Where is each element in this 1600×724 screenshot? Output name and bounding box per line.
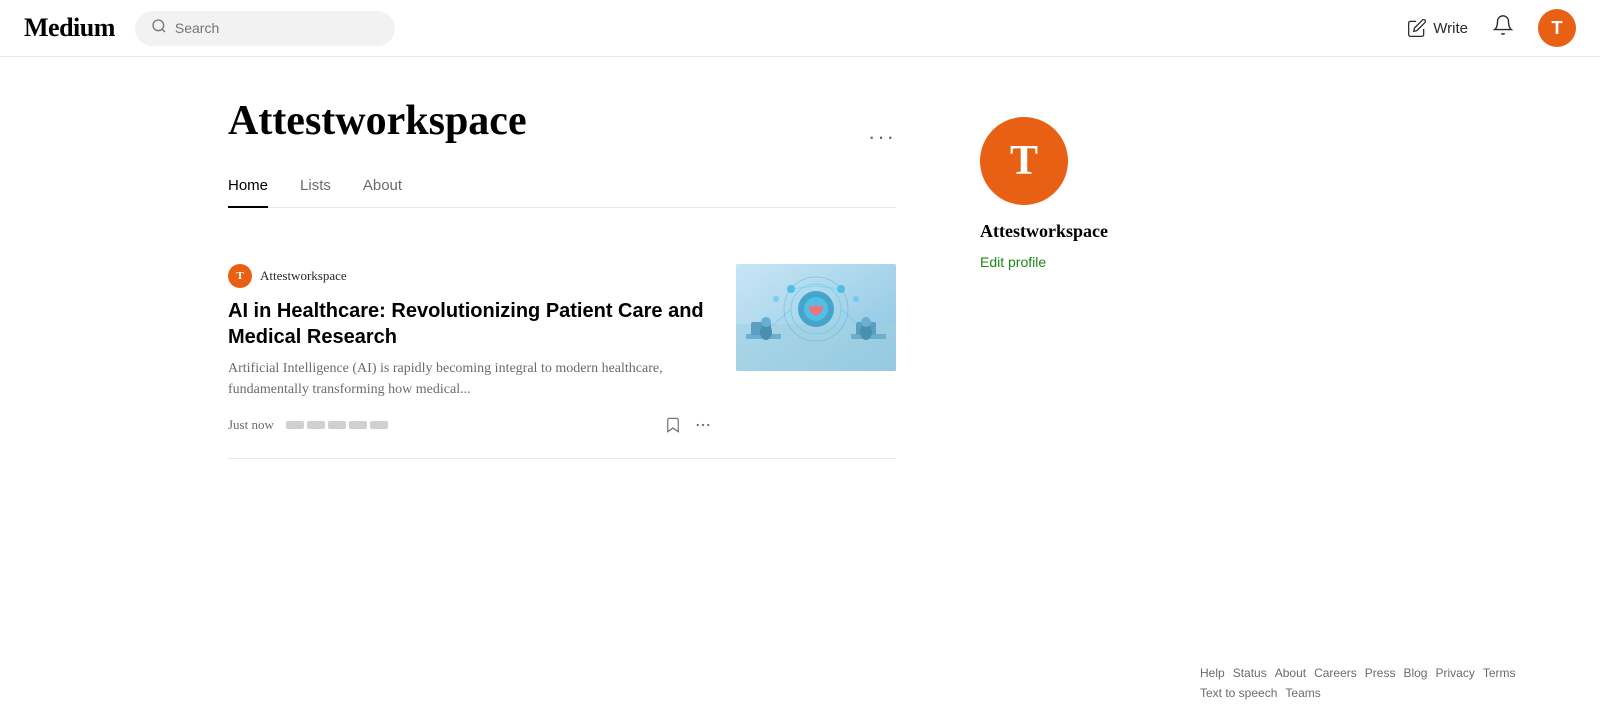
write-button[interactable]: Write [1407,18,1468,38]
sidebar-name: Attestworkspace [980,221,1324,242]
footer-press[interactable]: Press [1365,664,1396,682]
bookmark-button[interactable] [664,416,682,434]
footer-privacy[interactable]: Privacy [1435,664,1474,682]
article-more-button[interactable] [694,416,712,434]
tab-home[interactable]: Home [228,177,268,208]
author-avatar: T [228,264,252,288]
footer-help[interactable]: Help [1200,664,1225,682]
footer-status[interactable]: Status [1233,664,1267,682]
search-icon [151,18,167,39]
header-right: Write T [1407,9,1576,47]
footer-teams[interactable]: Teams [1285,686,1320,700]
search-bar[interactable] [135,11,395,46]
profile-name: Attestworkspace [228,97,527,145]
article-thumbnail [736,264,896,371]
tabs-nav: Home Lists About [228,177,896,208]
article-more-icon [694,416,712,434]
article-actions [664,416,712,434]
article-card: T Attestworkspace AI in Healthcare: Revo… [228,240,896,459]
content-area: Attestworkspace ··· Home Lists About T A… [228,57,956,459]
bar-segment-1 [286,421,304,429]
write-icon [1407,18,1427,38]
tab-lists[interactable]: Lists [300,177,331,208]
author-name: Attestworkspace [260,268,347,284]
bar-segment-3 [328,421,346,429]
tab-about[interactable]: About [363,177,402,208]
notification-button[interactable] [1492,14,1514,42]
bar-segment-4 [349,421,367,429]
footer-blog[interactable]: Blog [1403,664,1427,682]
edit-profile-button[interactable]: Edit profile [980,254,1046,270]
search-input[interactable] [175,20,379,36]
article-excerpt: Artificial Intelligence (AI) is rapidly … [228,358,712,400]
sidebar: T Attestworkspace Edit profile [956,57,1324,459]
author-avatar-letter: T [236,270,243,282]
sidebar-avatar: T [980,117,1068,205]
bar-segment-2 [307,421,325,429]
sidebar-avatar-letter: T [1010,137,1038,185]
profile-header-row: Attestworkspace ··· [228,97,896,177]
main-layout: Attestworkspace ··· Home Lists About T A… [204,57,1396,459]
avatar-letter: T [1552,18,1563,39]
article-author-row: T Attestworkspace [228,264,712,288]
article-time: Just now [228,417,274,433]
reading-time-bar [286,421,388,429]
article-image [736,264,896,371]
more-options-button[interactable]: ··· [868,124,896,150]
article-title: AI in Healthcare: Revolutionizing Patien… [228,298,712,350]
bar-segment-5 [370,421,388,429]
footer-careers[interactable]: Careers [1314,664,1357,682]
footer-about[interactable]: About [1275,664,1306,682]
logo: Medium [24,13,115,43]
bookmark-icon [664,416,682,434]
article-content: T Attestworkspace AI in Healthcare: Revo… [228,264,712,434]
bell-icon [1492,14,1514,36]
footer-terms[interactable]: Terms [1483,664,1516,682]
article-meta: Just now [228,416,712,434]
user-avatar-button[interactable]: T [1538,9,1576,47]
footer-text-to-speech[interactable]: Text to speech [1200,686,1277,700]
write-label: Write [1433,20,1468,37]
footer-links: Help Status About Careers Press Blog Pri… [1200,664,1540,700]
header: Medium Write T [0,0,1600,57]
